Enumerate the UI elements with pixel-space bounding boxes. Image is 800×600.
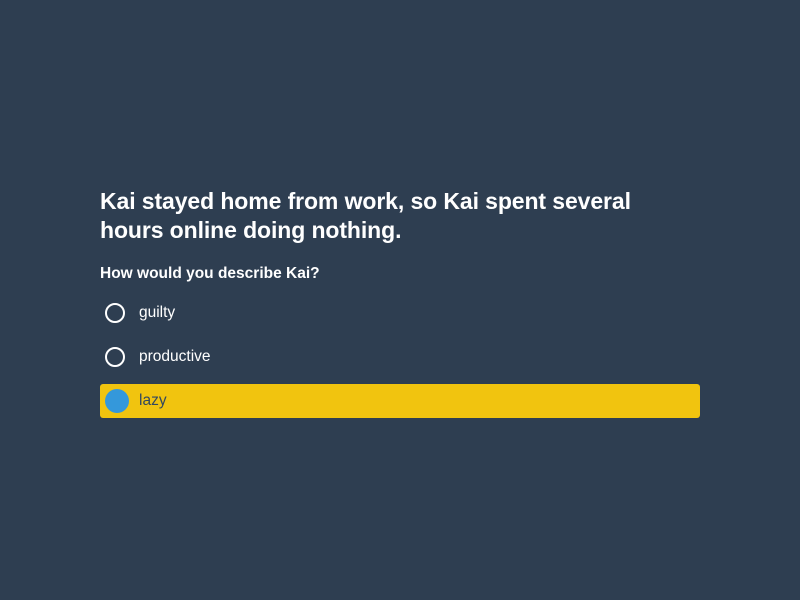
question-prompt: How would you describe Kai?	[100, 265, 320, 282]
option-label: productive	[139, 348, 211, 365]
option-guilty[interactable]: guilty	[100, 296, 700, 330]
radio-button-selected-icon[interactable]	[105, 389, 129, 413]
option-label: lazy	[139, 392, 167, 409]
answer-options: guilty productive lazy	[100, 296, 700, 418]
quiz-card: Kai stayed home from work, so Kai spent …	[100, 187, 700, 418]
radio-button-icon[interactable]	[105, 303, 125, 323]
option-label: guilty	[139, 304, 176, 321]
radio-button-icon[interactable]	[105, 347, 125, 367]
option-productive[interactable]: productive	[100, 340, 700, 374]
option-lazy[interactable]: lazy	[100, 384, 700, 418]
question-text: Kai stayed home from work, so Kai spent …	[100, 188, 631, 243]
